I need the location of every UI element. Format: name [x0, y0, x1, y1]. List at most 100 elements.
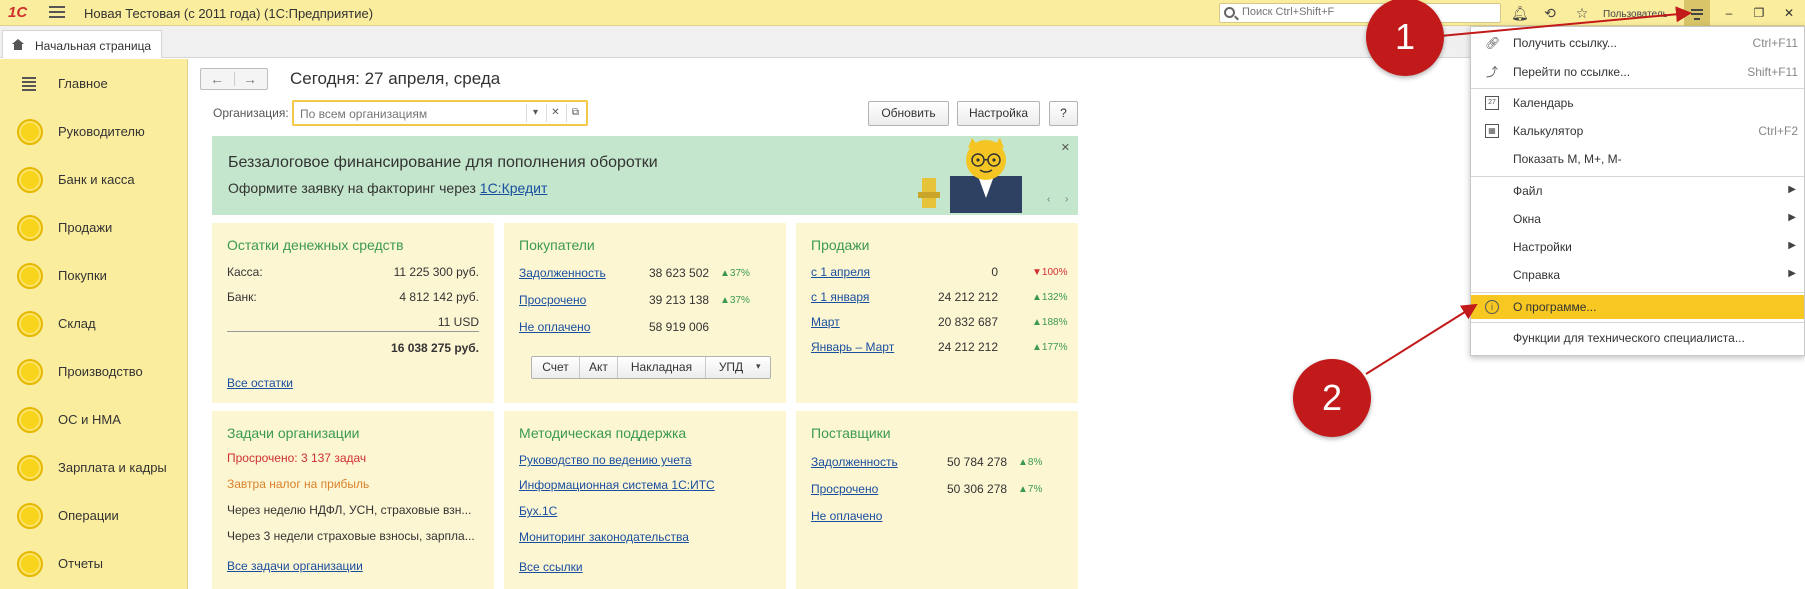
menu-item-calculator[interactable]: ▦ Калькулятор Ctrl+F2	[1471, 119, 1804, 143]
search-input[interactable]	[1240, 5, 1495, 19]
sales-march-delta: ▲188%	[1032, 317, 1068, 328]
sidebar-item-warehouse[interactable]: Склад	[0, 299, 188, 347]
menu-item-label: Настройки	[1513, 240, 1572, 254]
divider	[227, 331, 479, 332]
sidebar-item-operations[interactable]: Операции	[0, 491, 188, 539]
sales-january-delta: ▲132%	[1032, 292, 1068, 303]
restore-icon[interactable]: ❐	[1751, 5, 1767, 21]
user-name[interactable]: Пользователь	[1603, 9, 1668, 20]
search-box[interactable]	[1219, 3, 1501, 23]
circle-icon	[17, 167, 43, 193]
menu-item-go-to-link[interactable]: ⤴ Перейти по ссылке... Shift+F11	[1471, 60, 1804, 84]
open-icon[interactable]: ⧉	[566, 104, 584, 122]
upd-button[interactable]: УПД	[706, 357, 756, 378]
sidebar-item-main[interactable]: Главное	[0, 59, 188, 107]
close-banner-icon[interactable]: ✕	[1061, 141, 1070, 154]
prev-slide-icon[interactable]: ‹	[1047, 194, 1050, 205]
history-icon[interactable]: ⟲	[1542, 5, 1558, 21]
sidebar-item-payroll[interactable]: Зарплата и кадры	[0, 443, 188, 491]
sidebar-item-production[interactable]: Производство	[0, 347, 188, 395]
org-input[interactable]	[298, 106, 518, 122]
buyers-overdue-link[interactable]: Просрочено	[519, 293, 586, 307]
buyers-debt-value: 38 623 502	[649, 266, 710, 280]
sales-q1-link[interactable]: Январь – Март	[811, 340, 894, 354]
sidebar-item-label: Продажи	[58, 220, 113, 235]
help-button[interactable]: ?	[1049, 101, 1078, 126]
sidebar-item-sales[interactable]: Продажи	[0, 203, 188, 251]
star-icon[interactable]: ☆	[1574, 5, 1590, 21]
act-button[interactable]: Акт	[580, 357, 618, 378]
sidebar-item-reports[interactable]: Отчеты	[0, 539, 188, 587]
cash-value: 11 225 300 руб.	[393, 265, 479, 279]
clear-icon[interactable]: ✕	[546, 104, 564, 122]
arrow-to-about-item	[1365, 303, 1478, 375]
sidebar-item-bank[interactable]: Банк и касса	[0, 155, 188, 203]
support-link[interactable]: Информационная система 1С:ИТС	[519, 478, 715, 492]
settings-button[interactable]: Настройка	[957, 101, 1040, 126]
menu-item-calendar[interactable]: 27 Календарь	[1471, 91, 1804, 115]
invoice-button[interactable]: Счет	[532, 357, 580, 378]
menu-item-label: Калькулятор	[1513, 124, 1584, 138]
all-links-link[interactable]: Все ссылки	[519, 560, 583, 574]
dropdown-icon[interactable]: ▾	[526, 104, 544, 122]
suppliers-debt-link[interactable]: Задолженность	[811, 455, 898, 469]
menu-item-tech-functions[interactable]: Функции для технического специалиста...	[1471, 326, 1804, 350]
buyers-unpaid-value: 58 919 006	[649, 320, 710, 334]
suppliers-overdue-link[interactable]: Просрочено	[811, 482, 878, 496]
menu-item-file[interactable]: Файл ▶	[1471, 179, 1804, 203]
document-buttons: Счет Акт Накладная УПД ▾	[531, 356, 771, 379]
forward-arrow-icon[interactable]: →	[243, 71, 257, 87]
sales-april-link[interactable]: с 1 апреля	[811, 265, 870, 279]
tasks-3-weeks[interactable]: Через 3 недели страховые взносы, зарпла.…	[227, 529, 475, 543]
tasks-overdue[interactable]: Просрочено: 3 137 задач	[227, 451, 366, 465]
menu-item-windows[interactable]: Окна ▶	[1471, 207, 1804, 231]
menu-item-help[interactable]: Справка ▶	[1471, 263, 1804, 287]
waybill-button[interactable]: Накладная	[618, 357, 706, 378]
link-icon: 🔗︎	[1485, 36, 1501, 50]
org-select[interactable]: ▾ ✕ ⧉	[292, 100, 588, 126]
tasks-tomorrow[interactable]: Завтра налог на прибыль	[227, 477, 369, 491]
bell-icon[interactable]: 🔔︎	[1511, 5, 1529, 21]
sales-march-link[interactable]: Март	[811, 315, 840, 329]
all-tasks-link[interactable]: Все задачи организации	[227, 559, 363, 573]
buyers-debt-link[interactable]: Задолженность	[519, 266, 606, 280]
back-arrow-icon[interactable]: ←	[210, 71, 224, 87]
suppliers-unpaid-link[interactable]: Не оплачено	[811, 509, 882, 523]
main-menu-icon[interactable]	[49, 6, 65, 19]
sidebar-item-label: Отчеты	[58, 556, 103, 571]
card-method-support: Методическая поддержка Руководство по ве…	[504, 411, 786, 589]
sidebar-item-director[interactable]: Руководителю	[0, 107, 188, 155]
refresh-button[interactable]: Обновить	[868, 101, 949, 126]
all-balances-link[interactable]: Все остатки	[227, 376, 293, 390]
chevron-down-icon[interactable]: ▾	[756, 361, 761, 372]
org-label: Организация:	[213, 106, 289, 120]
support-link[interactable]: Бух.1С	[519, 504, 557, 518]
support-link[interactable]: Мониторинг законодательства	[519, 530, 689, 544]
buyers-overdue-delta: ▲37%	[720, 295, 750, 306]
calendar-icon: 27	[1485, 96, 1499, 110]
tab-home[interactable]: Начальная страница	[2, 30, 162, 58]
promo-banner: Беззалоговое финансирование для пополнен…	[212, 136, 1078, 215]
menu-item-about[interactable]: i О программе...	[1471, 295, 1804, 319]
menu-item-settings[interactable]: Настройки ▶	[1471, 235, 1804, 259]
next-slide-icon[interactable]: ›	[1065, 194, 1068, 205]
close-icon[interactable]: ✕	[1781, 5, 1797, 21]
menu-item-get-link[interactable]: 🔗︎ Получить ссылку... Ctrl+F11	[1471, 31, 1804, 55]
support-link[interactable]: Руководство по ведению учета	[519, 453, 692, 467]
history-nav: ← →	[200, 68, 268, 90]
sales-january-link[interactable]: с 1 января	[811, 290, 869, 304]
title-bar: 1С Новая Тестовая (с 2011 года) (1С:Пред…	[0, 0, 1805, 26]
menu-item-show-memory[interactable]: Показать М, М+, М-	[1471, 147, 1804, 171]
sidebar-item-purchases[interactable]: Покупки	[0, 251, 188, 299]
system-menu-button[interactable]	[1684, 0, 1710, 26]
suppliers-debt-value: 50 784 278	[947, 455, 1008, 469]
minimize-icon[interactable]: –	[1721, 5, 1737, 21]
credit-link[interactable]: 1С:Кредит	[480, 180, 548, 196]
tasks-next-week[interactable]: Через неделю НДФЛ, УСН, страховые взн...	[227, 503, 471, 517]
calculator-icon: ▦	[1485, 124, 1499, 138]
circle-icon	[17, 455, 43, 481]
sidebar-item-assets[interactable]: ОС и НМА	[0, 395, 188, 443]
card-title: Поставщики	[811, 425, 891, 441]
buyers-unpaid-link[interactable]: Не оплачено	[519, 320, 590, 334]
card-cash-balances: Остатки денежных средств Касса: 11 225 3…	[212, 223, 494, 403]
